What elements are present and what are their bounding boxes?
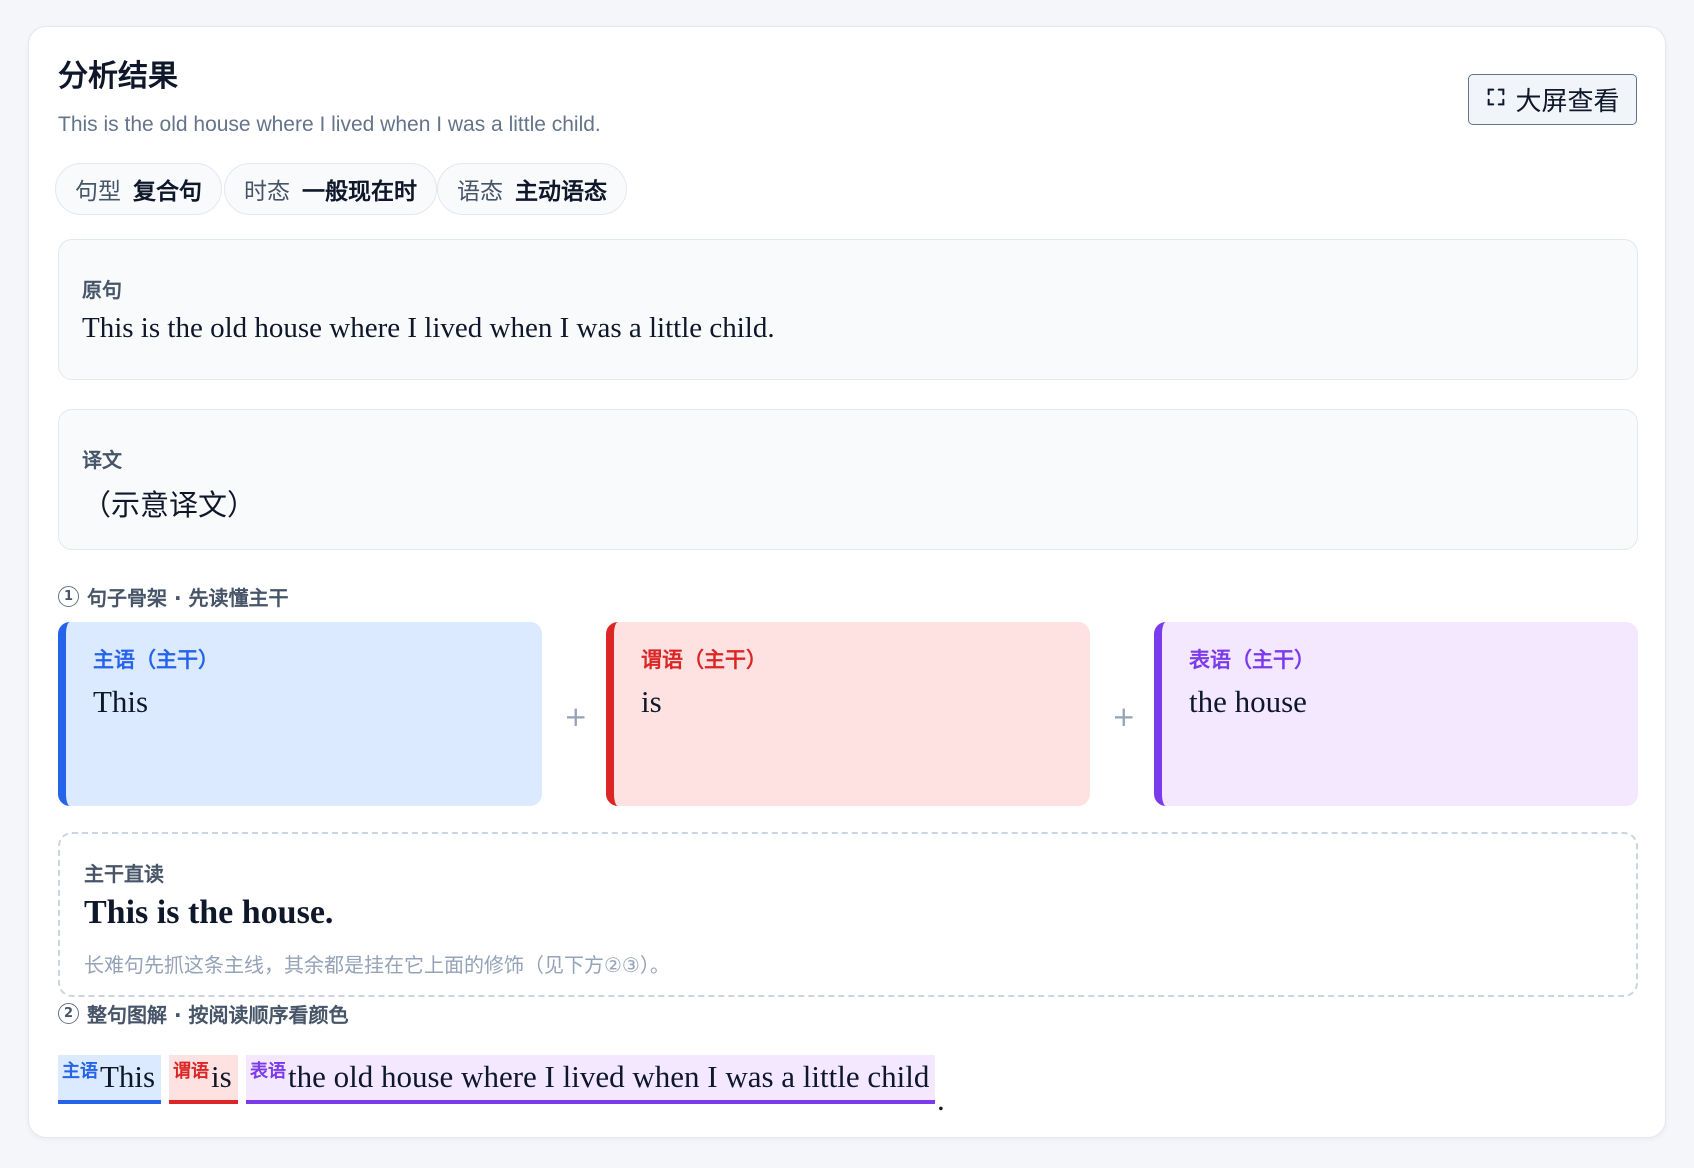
diagram-segment-predicate: 谓语 is [169,1055,238,1104]
analysis-card: 分析结果 This is the old house where I lived… [28,26,1666,1138]
segment-label: 谓语 [173,1061,209,1082]
part-text: is [641,684,662,719]
main-clause-box: 主干直读 This is the house. 长难句先抓这条主线，其余都是挂在… [58,832,1638,997]
part-text: This [93,684,149,719]
main-clause-label: 主干直读 [84,862,164,886]
segment-text: is [211,1059,232,1094]
part-label: 表语（主干） [1189,648,1315,672]
skeleton-subject: 主语（主干） This [58,622,542,806]
segment-label: 主语 [62,1061,98,1082]
plus-sign: + [1112,700,1136,733]
skeleton-complement: 表语（主干） the house [1154,622,1638,806]
section-number: 2 [58,1003,79,1024]
tag-key: 时态 [244,179,290,205]
translation-label: 译文 [82,448,122,472]
tag-key: 语态 [457,179,503,205]
diagram-segment-complement: 表语 the old house where I lived when I wa… [246,1055,936,1104]
tag-value: 主动语态 [515,179,607,205]
tag-voice: 语态 主动语态 [437,163,627,215]
section-title-text: 句子骨架 · 先读懂主干 [87,586,289,610]
skeleton-predicate: 谓语（主干） is [606,622,1090,806]
part-label: 主语（主干） [93,648,219,672]
segment-text: This [100,1059,156,1094]
diagram-section-title: 2 整句图解 · 按阅读顺序看颜色 [58,999,349,1028]
section-title-text: 整句图解 · 按阅读顺序看颜色 [87,1003,349,1027]
page-title: 分析结果 [58,59,178,94]
fullscreen-label: 大屏查看 [1515,87,1620,117]
skeleton-section-title: 1 句子骨架 · 先读懂主干 [58,582,289,611]
fullscreen-button[interactable]: 大屏查看 [1468,74,1637,125]
translation-box: 译文 （示意译文） [58,409,1638,550]
tag-value: 一般现在时 [302,179,417,205]
plus-sign: + [564,700,588,733]
tag-value: 复合句 [133,179,202,205]
page-subtitle: This is the old house where I lived when… [58,113,601,136]
part-text: the house [1189,684,1307,719]
tag-sentence-type: 句型 复合句 [55,163,222,215]
tag-key: 句型 [75,179,121,205]
segment-label: 表语 [250,1061,286,1082]
section-number: 1 [58,586,79,607]
main-clause-note: 长难句先抓这条主线，其余都是挂在它上面的修饰（见下方②③）。 [84,953,670,977]
part-label: 谓语（主干） [641,648,767,672]
original-text: This is the old house where I lived when… [82,312,775,344]
diagram-period: . [937,1082,945,1117]
main-clause-text: This is the house. [84,894,334,931]
fullscreen-icon [1485,85,1507,115]
original-label: 原句 [82,278,122,302]
segment-text: the old house where I lived when I was a… [288,1059,930,1094]
translation-text: （示意译文） [82,490,257,522]
original-sentence-box: 原句 This is the old house where I lived w… [58,239,1638,380]
diagram-segment-subject: 主语 This [58,1055,162,1104]
tag-tense: 时态 一般现在时 [224,163,437,215]
